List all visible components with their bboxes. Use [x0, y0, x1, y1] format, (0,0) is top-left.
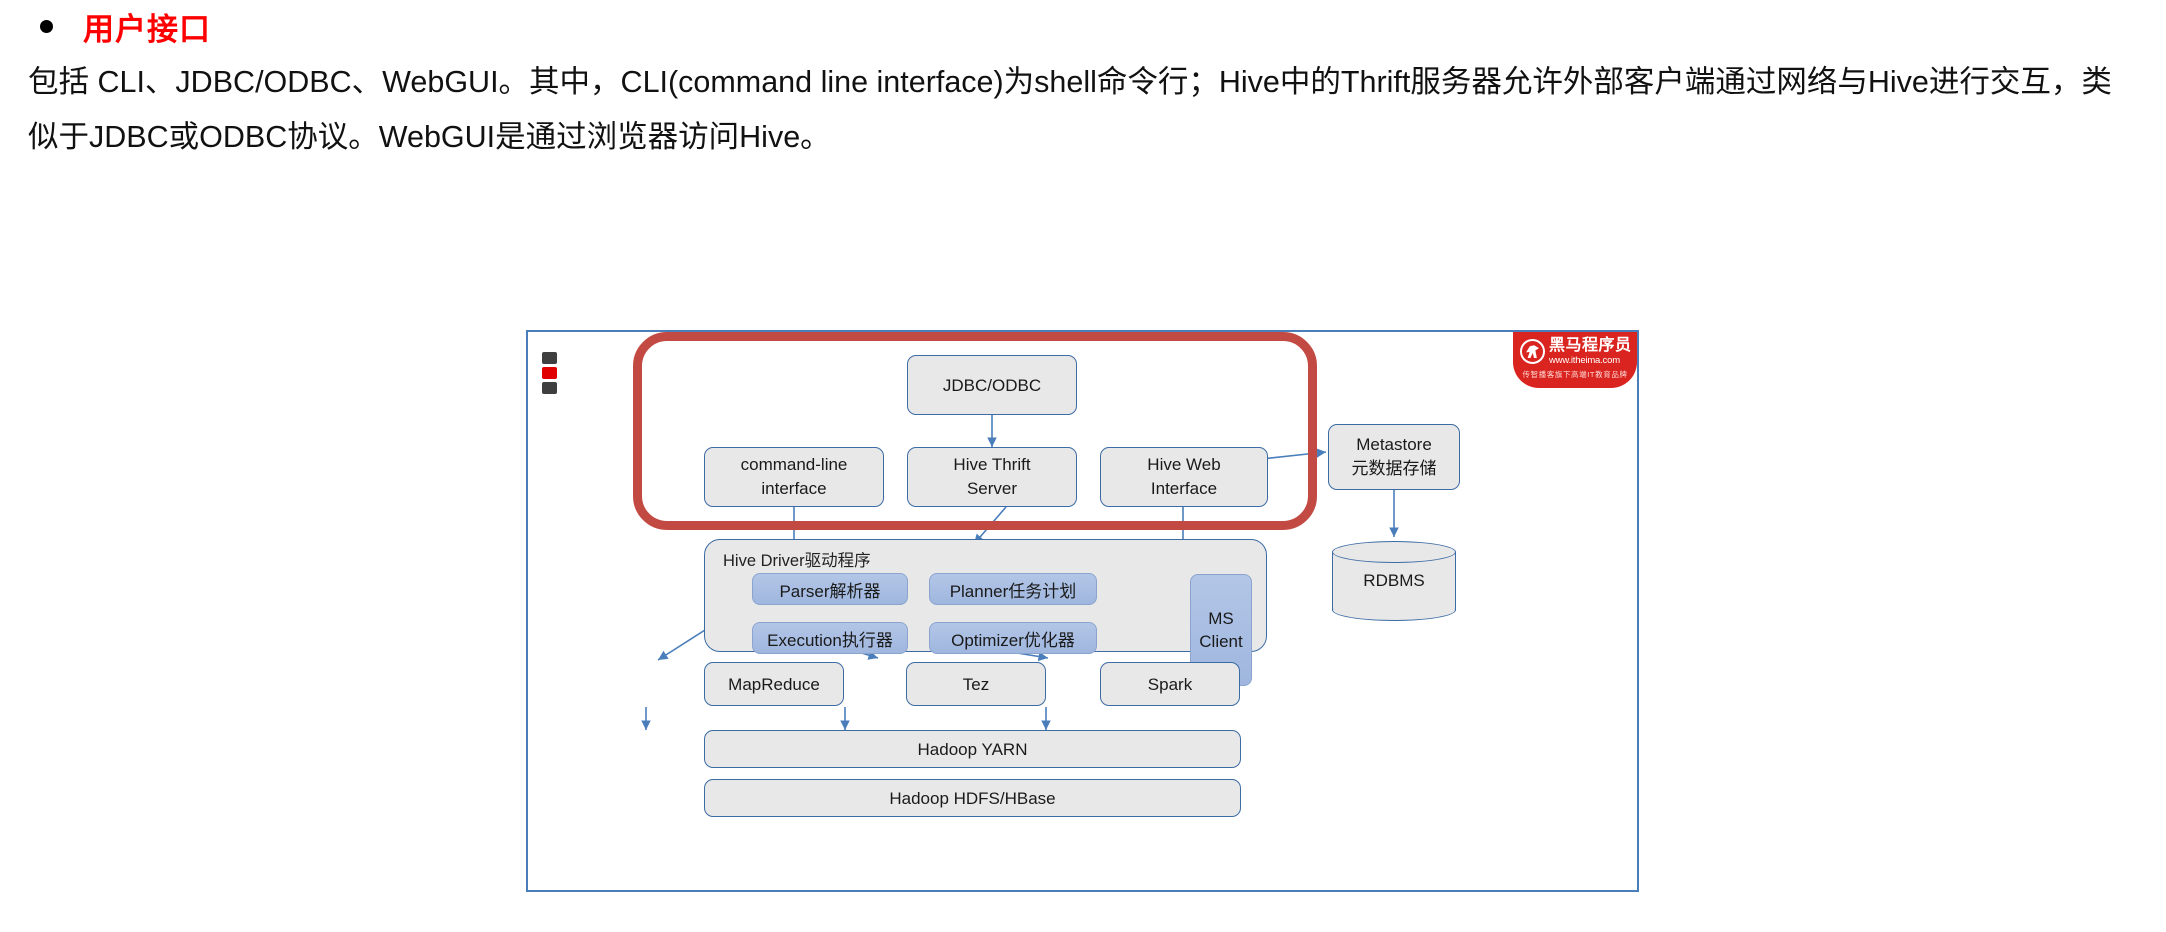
- node-optimizer-label: Optimizer优化器: [951, 630, 1075, 650]
- node-spark[interactable]: Spark: [1100, 662, 1240, 706]
- itheima-logo: 黑马程序员 www.itheima.com 传智播客旗下高端IT教育品牌: [1513, 332, 1637, 388]
- node-hive-web-interface[interactable]: Hive Web Interface: [1100, 447, 1268, 507]
- heading-row: 用户接口: [40, 4, 211, 49]
- logo-wordmark: 黑马程序员 www.itheima.com: [1549, 338, 1632, 366]
- bullet-dot-icon: [40, 20, 53, 33]
- node-hadoop-yarn[interactable]: Hadoop YARN: [704, 730, 1241, 768]
- node-tez[interactable]: Tez: [906, 662, 1046, 706]
- node-optimizer[interactable]: Optimizer优化器: [929, 622, 1097, 654]
- body-paragraph: 包括 CLI、JDBC/ODBC、WebGUI。其中，CLI(command l…: [28, 65, 2112, 154]
- node-rdbms-label: RDBMS: [1363, 571, 1425, 590]
- logo-brand-cn: 黑马程序员: [1549, 337, 1632, 354]
- node-spark-label: Spark: [1147, 674, 1193, 694]
- logo-tagline: 传智播客旗下高端IT教育品牌: [1522, 369, 1628, 379]
- page-title: 用户接口: [83, 12, 211, 47]
- node-metastore-label: Metastore 元数据存储: [1351, 435, 1437, 478]
- node-cli-label: command-line interface: [740, 455, 848, 498]
- node-tez-label: Tez: [962, 674, 990, 694]
- node-mapreduce-label: MapReduce: [728, 674, 820, 694]
- node-rdbms[interactable]: RDBMS: [1332, 541, 1456, 621]
- node-webui-label: Hive Web Interface: [1147, 455, 1221, 498]
- node-execution[interactable]: Execution执行器: [752, 622, 908, 654]
- node-hadoop-hdfs-label: Hadoop HDFS/HBase: [889, 788, 1056, 808]
- node-metastore[interactable]: Metastore 元数据存储: [1328, 424, 1460, 490]
- node-hive-driver-title: Hive Driver驱动程序: [723, 552, 871, 570]
- node-ms-client-label: MS Client: [1199, 609, 1243, 651]
- node-planner[interactable]: Planner任务计划: [929, 573, 1097, 605]
- hive-architecture-diagram: 黑马程序员 www.itheima.com 传智播客旗下高端IT教育品牌 JDB…: [526, 330, 1639, 892]
- horse-head-icon: [1520, 339, 1545, 365]
- node-hadoop-yarn-label: Hadoop YARN: [917, 739, 1028, 759]
- node-mapreduce[interactable]: MapReduce: [704, 662, 844, 706]
- node-thrift-label: Hive Thrift Server: [953, 455, 1031, 498]
- node-jdbc-odbc[interactable]: JDBC/ODBC: [907, 355, 1077, 415]
- node-hadoop-hdfs[interactable]: Hadoop HDFS/HBase: [704, 779, 1241, 817]
- node-execution-label: Execution执行器: [767, 630, 893, 650]
- node-parser[interactable]: Parser解析器: [752, 573, 908, 605]
- logo-top-row: 黑马程序员 www.itheima.com: [1513, 332, 1637, 366]
- node-command-line-interface[interactable]: command-line interface: [704, 447, 884, 507]
- node-hive-thrift-server[interactable]: Hive Thrift Server: [907, 447, 1077, 507]
- logo-url: www.itheima.com: [1549, 355, 1620, 366]
- node-jdbc-odbc-label: JDBC/ODBC: [942, 375, 1042, 395]
- node-planner-label: Planner任务计划: [949, 581, 1077, 601]
- node-parser-label: Parser解析器: [779, 581, 881, 601]
